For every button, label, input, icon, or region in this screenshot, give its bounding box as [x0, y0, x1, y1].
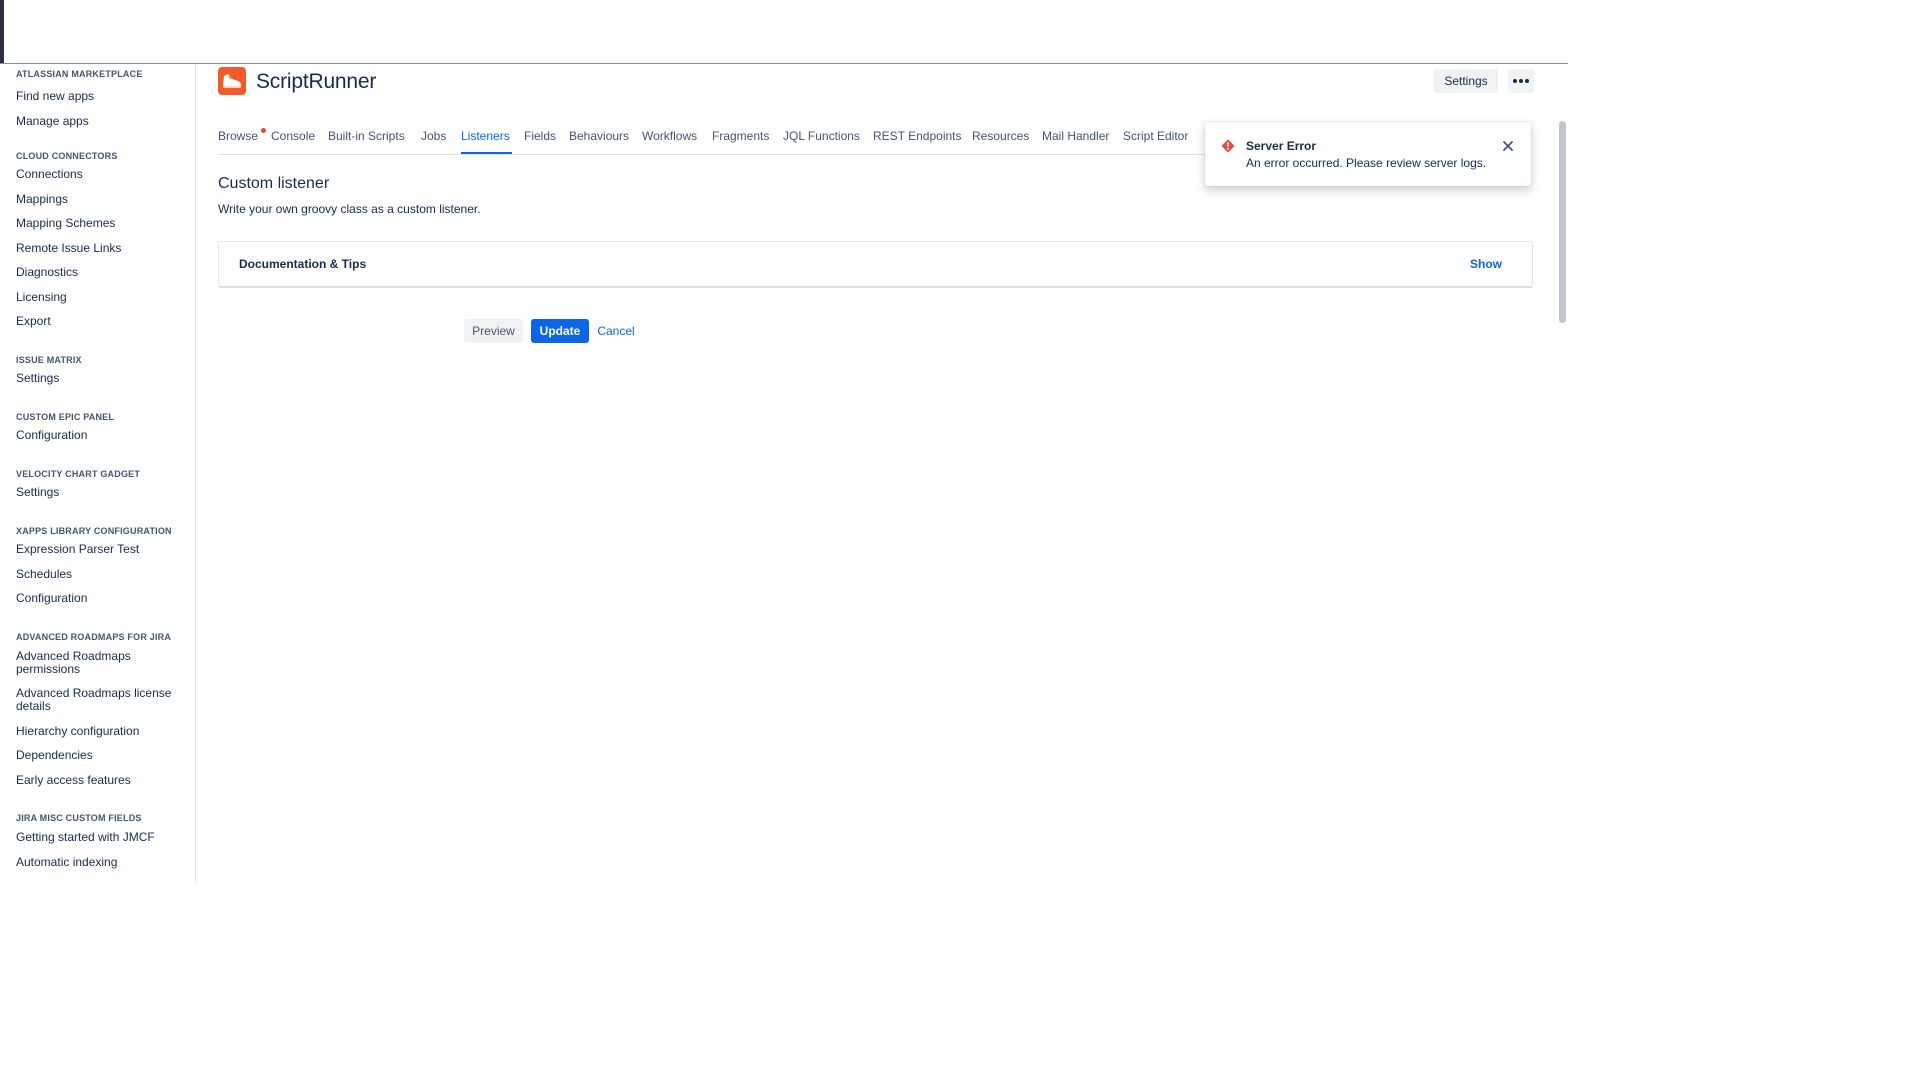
- new-badge-dot: [261, 128, 266, 133]
- sidebar-section-jira-misc-custom-fields: JIRA MISC CUSTOM FIELDS Getting started …: [16, 812, 191, 869]
- sidebar-section-advanced-roadmaps: ADVANCED ROADMAPS FOR JIRA Advanced Road…: [16, 631, 191, 787]
- sidebar-heading: ADVANCED ROADMAPS FOR JIRA: [16, 632, 172, 642]
- sidebar-heading: VELOCITY CHART GADGET: [16, 469, 141, 479]
- toast-message: An error occurred. Please review server …: [1246, 156, 1487, 170]
- sidebar-section-xapps-library: XAPPS LIBRARY CONFIGURATION Expression P…: [16, 525, 191, 605]
- browser-top-bar: [0, 0, 1568, 64]
- tabs-divider: [218, 154, 1228, 155]
- tab-rest-endpoints[interactable]: REST Endpoints: [873, 129, 962, 143]
- sidebar-item-remote-issue-links[interactable]: Remote Issue Links: [16, 242, 186, 255]
- toast-title: Server Error: [1246, 139, 1317, 153]
- close-icon[interactable]: [1502, 140, 1514, 152]
- sidebar-item-getting-started-jmcf[interactable]: Getting started with JMCF: [16, 831, 186, 844]
- tab-listeners[interactable]: Listeners: [461, 129, 510, 143]
- main-content: ScriptRunner Settings Browse Console Bui…: [196, 64, 1568, 883]
- page-title: Custom listener: [218, 175, 330, 192]
- sidebar-item-export[interactable]: Export: [16, 315, 186, 328]
- tab-mail-handler[interactable]: Mail Handler: [1042, 129, 1109, 143]
- update-button[interactable]: Update: [531, 319, 589, 343]
- tab-resources[interactable]: Resources: [972, 129, 1029, 143]
- dot: [1525, 79, 1529, 83]
- sidebar-heading: ISSUE MATRIX: [16, 355, 82, 365]
- dot: [1519, 79, 1523, 83]
- tab-behaviours[interactable]: Behaviours: [569, 129, 629, 143]
- tab-browse[interactable]: Browse: [218, 129, 258, 143]
- sidebar-item-manage-apps[interactable]: Manage apps: [16, 115, 186, 128]
- sidebar-item-issue-matrix-settings[interactable]: Settings: [16, 372, 186, 385]
- sidebar-heading: ATLASSIAN MARKETPLACE: [16, 69, 143, 79]
- sidebar-heading: CLOUD CONNECTORS: [16, 151, 118, 161]
- sidebar-item-automatic-indexing[interactable]: Automatic indexing: [16, 856, 186, 869]
- sidebar-section-cloud-connectors: CLOUD CONNECTORS Connections Mappings Ma…: [16, 150, 191, 328]
- admin-sidebar: ATLASSIAN MARKETPLACE Find new apps Mana…: [0, 64, 196, 883]
- cancel-button[interactable]: Cancel: [596, 319, 636, 343]
- more-actions-button[interactable]: [1508, 69, 1534, 93]
- sidebar-item-velocity-settings[interactable]: Settings: [16, 486, 186, 499]
- scriptrunner-tabs: Browse Console Built-in Scripts Jobs Lis…: [218, 122, 1198, 155]
- sidebar-heading: JIRA MISC CUSTOM FIELDS: [16, 813, 142, 823]
- server-error-flag: Server Error An error occurred. Please r…: [1205, 122, 1531, 186]
- tab-fragments[interactable]: Fragments: [712, 129, 769, 143]
- tab-jql-functions[interactable]: JQL Functions: [783, 129, 860, 143]
- page-description: Write your own groovy class as a custom …: [218, 202, 481, 216]
- sidebar-section-issue-matrix: ISSUE MATRIX Settings: [16, 354, 191, 385]
- documentation-panel: Documentation & Tips Show: [218, 241, 1533, 288]
- tab-console[interactable]: Console: [271, 129, 315, 143]
- sidebar-item-expression-parser-test[interactable]: Expression Parser Test: [16, 543, 186, 556]
- sidebar-item-diagnostics[interactable]: Diagnostics: [16, 266, 186, 279]
- sidebar-heading: CUSTOM EPIC PANEL: [16, 412, 115, 422]
- sidebar-item-licensing[interactable]: Licensing: [16, 291, 186, 304]
- page-scrollbar-thumb[interactable]: [1559, 121, 1566, 323]
- window-edge: [0, 0, 4, 63]
- sidebar-section-custom-epic-panel: CUSTOM EPIC PANEL Configuration: [16, 411, 191, 442]
- app-title: ScriptRunner: [256, 70, 377, 93]
- sidebar-item-hierarchy-configuration[interactable]: Hierarchy configuration: [16, 725, 186, 738]
- sidebar-item-early-access-features[interactable]: Early access features: [16, 774, 186, 787]
- sidebar-item-mappings[interactable]: Mappings: [16, 193, 186, 206]
- tab-fields[interactable]: Fields: [524, 129, 556, 143]
- tab-built-in-scripts[interactable]: Built-in Scripts: [328, 129, 405, 143]
- sidebar-item-epic-panel-configuration[interactable]: Configuration: [16, 429, 186, 442]
- sidebar-item-xapps-configuration[interactable]: Configuration: [16, 592, 186, 605]
- tab-script-editor[interactable]: Script Editor: [1123, 129, 1188, 143]
- sidebar-item-schedules[interactable]: Schedules: [16, 568, 186, 581]
- sidebar-section-velocity-chart-gadget: VELOCITY CHART GADGET Settings: [16, 468, 191, 499]
- error-icon: [1221, 139, 1235, 153]
- tab-jobs[interactable]: Jobs: [421, 129, 446, 143]
- sidebar-item-mapping-schemes[interactable]: Mapping Schemes: [16, 217, 186, 230]
- sneaker-icon: [223, 74, 241, 88]
- sidebar-item-roadmaps-license-details[interactable]: Advanced Roadmaps license details: [16, 687, 186, 713]
- sidebar-item-connections[interactable]: Connections: [16, 168, 186, 181]
- documentation-panel-title: Documentation & Tips: [239, 257, 367, 271]
- sidebar-heading: XAPPS LIBRARY CONFIGURATION: [16, 526, 172, 536]
- tab-workflows[interactable]: Workflows: [642, 129, 697, 143]
- sidebar-item-roadmaps-permissions[interactable]: Advanced Roadmaps permissions: [16, 650, 186, 676]
- documentation-show-toggle[interactable]: Show: [1470, 257, 1502, 271]
- settings-button[interactable]: Settings: [1434, 69, 1498, 93]
- scriptrunner-logo: [218, 67, 246, 95]
- dot: [1513, 79, 1517, 83]
- sidebar-section-atlassian-marketplace: ATLASSIAN MARKETPLACE Find new apps Mana…: [16, 68, 191, 128]
- sidebar-item-find-new-apps[interactable]: Find new apps: [16, 90, 186, 103]
- preview-button[interactable]: Preview: [464, 319, 523, 343]
- sidebar-item-dependencies[interactable]: Dependencies: [16, 749, 186, 762]
